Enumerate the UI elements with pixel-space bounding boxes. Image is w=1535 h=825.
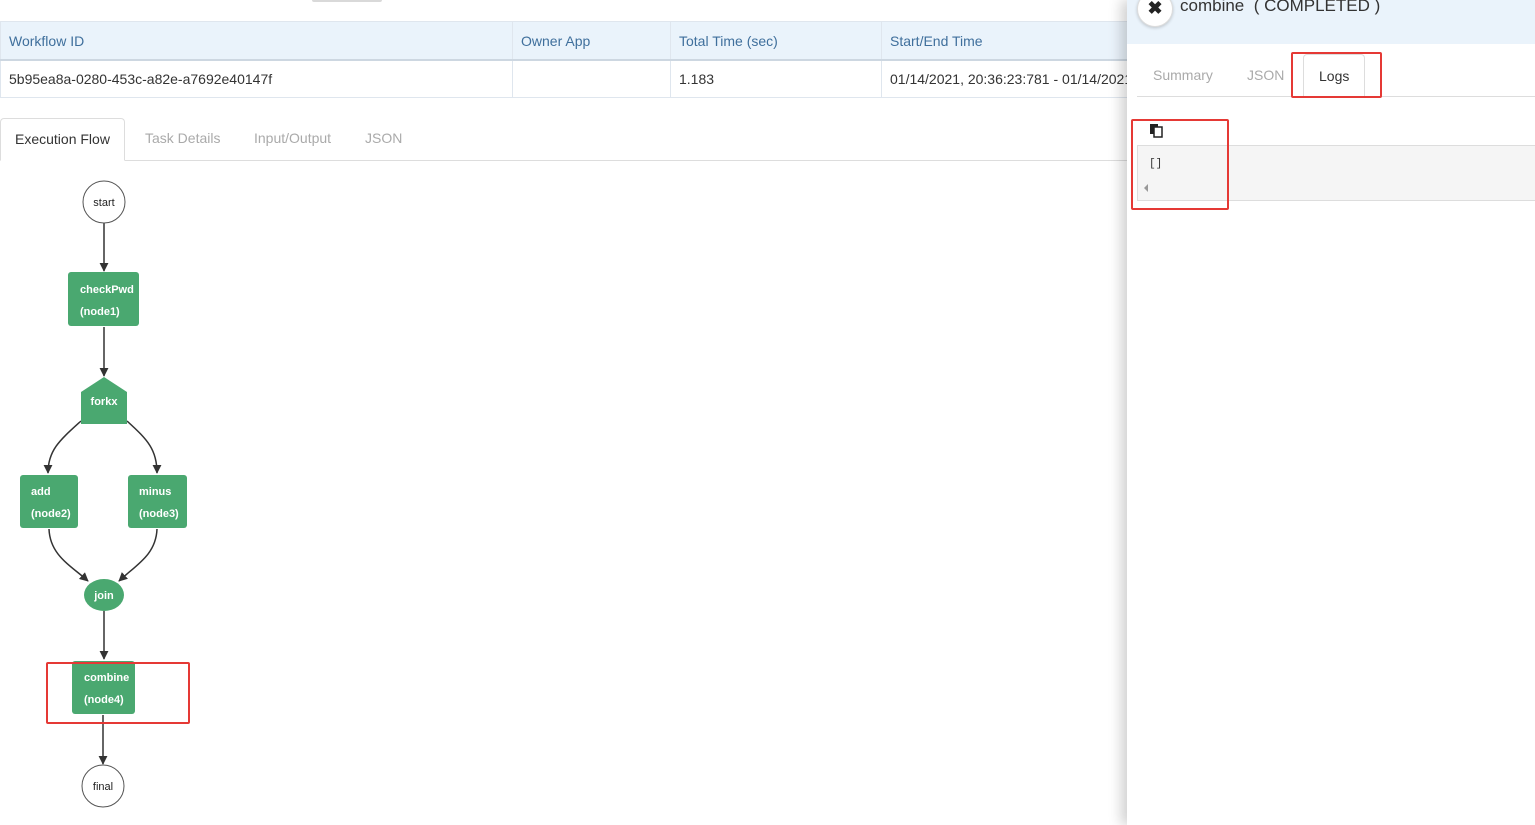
node-combine-id: (node4) xyxy=(84,694,124,706)
workflow-summary-table: Workflow ID Owner App Total Time (sec) S… xyxy=(0,21,1131,98)
node-join-label: join xyxy=(93,590,114,602)
node-add-label: add xyxy=(31,486,51,498)
node-checkpwd[interactable]: checkPwd (node1) xyxy=(68,272,139,326)
node-minus[interactable]: minus (node3) xyxy=(128,475,187,528)
execution-tabs: Execution Flow Task Details Input/Output… xyxy=(0,118,1130,161)
edge-minus-join xyxy=(118,528,158,582)
tab-json[interactable]: JSON xyxy=(365,118,402,159)
tab-task-details[interactable]: Task Details xyxy=(145,118,220,159)
node-final-label: final xyxy=(93,781,113,793)
node-final[interactable]: final xyxy=(81,764,125,808)
execution-flow-graph: start checkPwd (node1) forkx add (node2) xyxy=(0,160,1130,825)
cell-total-time: 1.183 xyxy=(670,59,882,98)
header-workflow-id: Workflow ID xyxy=(0,21,513,61)
tab-input-output[interactable]: Input/Output xyxy=(254,118,331,159)
node-checkpwd-id: (node1) xyxy=(80,306,120,318)
logs-code-box[interactable]: [] xyxy=(1137,145,1535,201)
node-forkx-label: forkx xyxy=(91,396,119,408)
cell-owner-app xyxy=(512,59,671,98)
node-combine[interactable]: combine (node4) xyxy=(72,661,135,714)
copy-icon[interactable] xyxy=(1147,122,1165,140)
node-add[interactable]: add (node2) xyxy=(20,475,78,528)
node-forkx[interactable]: forkx xyxy=(81,377,127,424)
flow-graph-svg: start checkPwd (node1) forkx add (node2) xyxy=(20,180,187,808)
panel-title: combine ( COMPLETED ) xyxy=(1180,0,1381,15)
node-minus-label: minus xyxy=(139,486,171,498)
node-minus-id: (node3) xyxy=(139,508,179,520)
node-add-id: (node2) xyxy=(31,508,71,520)
tab-panel-json[interactable]: JSON xyxy=(1247,54,1284,96)
cell-start-end-time: 01/14/2021, 20:36:23:781 - 01/14/2021 xyxy=(881,59,1131,98)
table-header-row: Workflow ID Owner App Total Time (sec) S… xyxy=(0,21,1131,61)
header-owner-app: Owner App xyxy=(512,21,671,61)
task-detail-panel: ✖ combine ( COMPLETED ) Summary JSON Log… xyxy=(1127,0,1535,825)
workflow-execution-page: Workflow ID Owner App Total Time (sec) S… xyxy=(0,0,1535,825)
table-row: 5b95ea8a-0280-453c-a82e-a7692e40147f 1.1… xyxy=(0,59,1131,98)
node-checkpwd-label: checkPwd xyxy=(80,284,134,296)
edge-forkx-minus xyxy=(126,420,162,474)
edge-forkx-add xyxy=(43,420,82,474)
tab-summary[interactable]: Summary xyxy=(1153,54,1213,96)
node-start-label: start xyxy=(93,197,114,209)
header-start-end-time: Start/End Time xyxy=(881,21,1131,61)
cell-workflow-id: 5b95ea8a-0280-453c-a82e-a7692e40147f xyxy=(0,59,513,98)
tab-execution-flow[interactable]: Execution Flow xyxy=(0,118,125,161)
panel-tabs: Summary JSON Logs xyxy=(1137,54,1535,98)
node-start[interactable]: start xyxy=(82,180,126,224)
header-total-time: Total Time (sec) xyxy=(670,21,882,61)
close-icon: ✖ xyxy=(1147,0,1163,18)
node-combine-label: combine xyxy=(84,672,129,684)
tab-logs[interactable]: Logs xyxy=(1303,54,1366,98)
scroll-left-arrow-icon[interactable] xyxy=(1144,184,1148,192)
logs-text: [] xyxy=(1149,158,1163,170)
node-join[interactable]: join xyxy=(84,579,124,611)
edge-add-join xyxy=(48,528,89,582)
top-scroll-stub xyxy=(312,0,382,2)
